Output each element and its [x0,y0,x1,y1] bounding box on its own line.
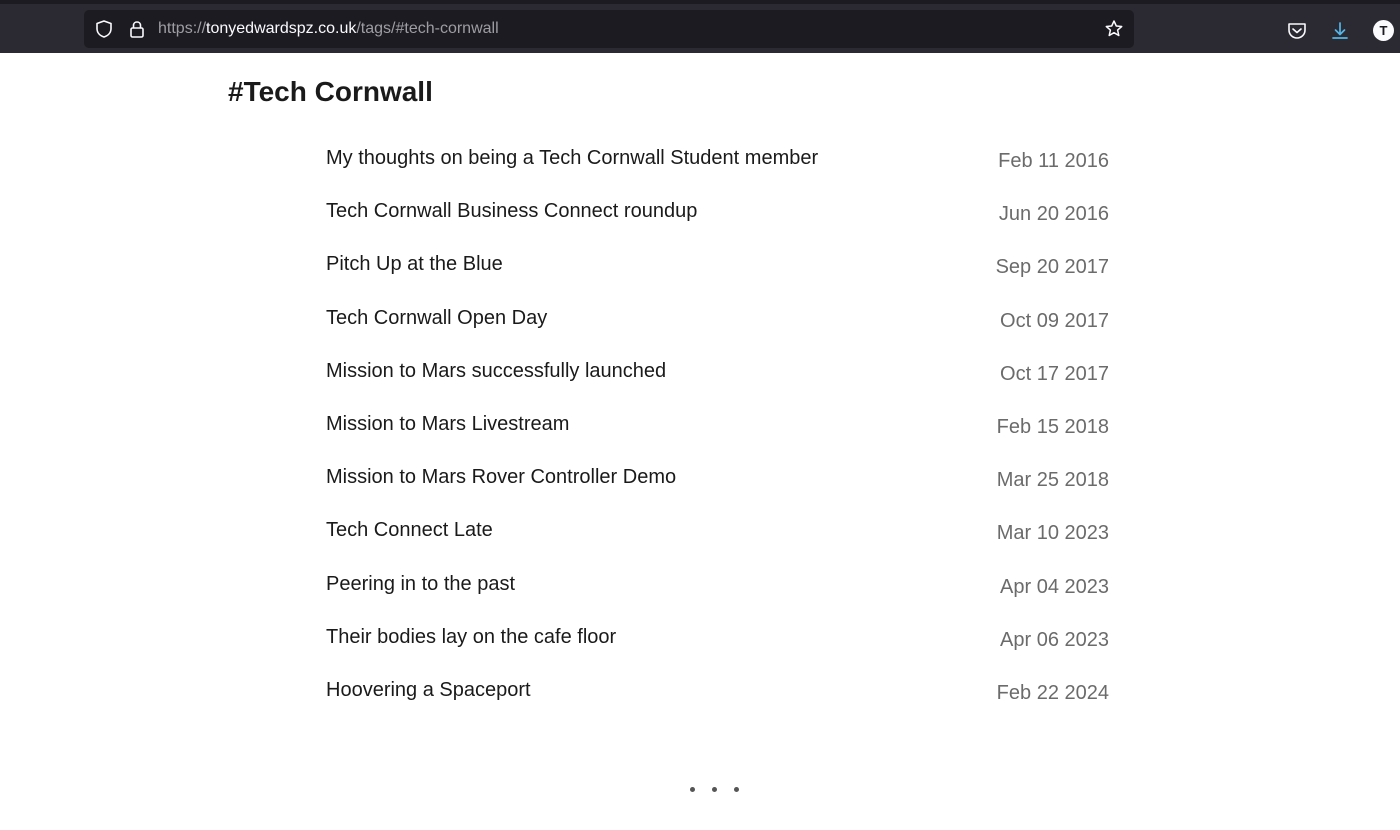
post-date: Feb 11 2016 [998,150,1109,172]
post-date: Oct 17 2017 [1000,362,1109,385]
post-link[interactable]: Tech Cornwall Business Connect roundup [326,198,697,224]
dot [690,787,695,792]
post-link[interactable]: Tech Cornwall Open Day [326,305,547,331]
bookmark-star-icon[interactable] [1104,19,1124,39]
post-date: Mar 10 2023 [996,522,1109,545]
ellipsis-icon [686,780,746,800]
url-scheme: https:// [158,20,207,37]
post-list: My thoughts on being a Tech Cornwall Stu… [326,141,1109,726]
post-link[interactable]: Mission to Mars Livestream [326,411,569,437]
list-item: Pitch Up at the Blue Sep 20 2017 [326,247,1109,300]
url-path: /tags/#tech-cornwall [356,20,499,37]
post-date: Oct 09 2017 [1000,309,1109,332]
post-link[interactable]: Peering in to the past [326,571,515,597]
post-date: Feb 22 2024 [996,681,1109,704]
post-link[interactable]: My thoughts on being a Tech Cornwall Stu… [326,145,818,171]
list-item: Mission to Mars successfully launched Oct… [326,354,1109,407]
browser-toolbar: https://tonyedwardspz.co.uk/tags/#tech-c… [0,0,1400,53]
download-icon[interactable] [1329,20,1351,42]
list-item: Tech Connect Late Mar 10 2023 [326,513,1109,566]
dot [734,787,739,792]
post-date: Apr 06 2023 [1000,628,1109,651]
pocket-icon[interactable] [1286,20,1308,42]
post-date: Jun 20 2016 [998,203,1109,226]
post-link[interactable]: Their bodies lay on the cafe floor [326,624,616,650]
post-link[interactable]: Hoovering a Spaceport [326,677,531,703]
post-date: Mar 25 2018 [996,469,1109,492]
account-avatar[interactable]: T [1373,20,1394,41]
post-date: Feb 15 2018 [996,415,1109,438]
post-date: Apr 04 2023 [1000,575,1109,598]
post-date: Sep 20 2017 [995,256,1109,279]
shield-icon[interactable] [94,19,114,39]
post-link[interactable]: Pitch Up at the Blue [326,251,503,277]
post-link[interactable]: Mission to Mars Rover Controller Demo [326,464,676,490]
lock-icon[interactable] [127,19,147,39]
dot [712,787,717,792]
list-item: Their bodies lay on the cafe floor Apr 06… [326,620,1109,673]
list-item: Mission to Mars Rover Controller Demo Mar… [326,460,1109,513]
list-item: Hoovering a Spaceport Feb 22 2024 [326,673,1109,726]
list-item: My thoughts on being a Tech Cornwall Stu… [326,141,1109,194]
list-item: Peering in to the past Apr 04 2023 [326,567,1109,620]
post-link[interactable]: Mission to Mars successfully launched [326,358,666,384]
url-host: tonyedwardspz.co.uk [206,20,357,37]
page-title: #Tech Cornwall [228,76,433,107]
url-text[interactable]: https://tonyedwardspz.co.uk/tags/#tech-c… [158,19,499,39]
list-item: Tech Cornwall Open Day Oct 09 2017 [326,301,1109,354]
address-bar[interactable]: https://tonyedwardspz.co.uk/tags/#tech-c… [84,10,1134,48]
list-item: Tech Cornwall Business Connect roundup Ju… [326,194,1109,247]
post-link[interactable]: Tech Connect Late [326,517,493,543]
list-item: Mission to Mars Livestream Feb 15 2018 [326,407,1109,460]
